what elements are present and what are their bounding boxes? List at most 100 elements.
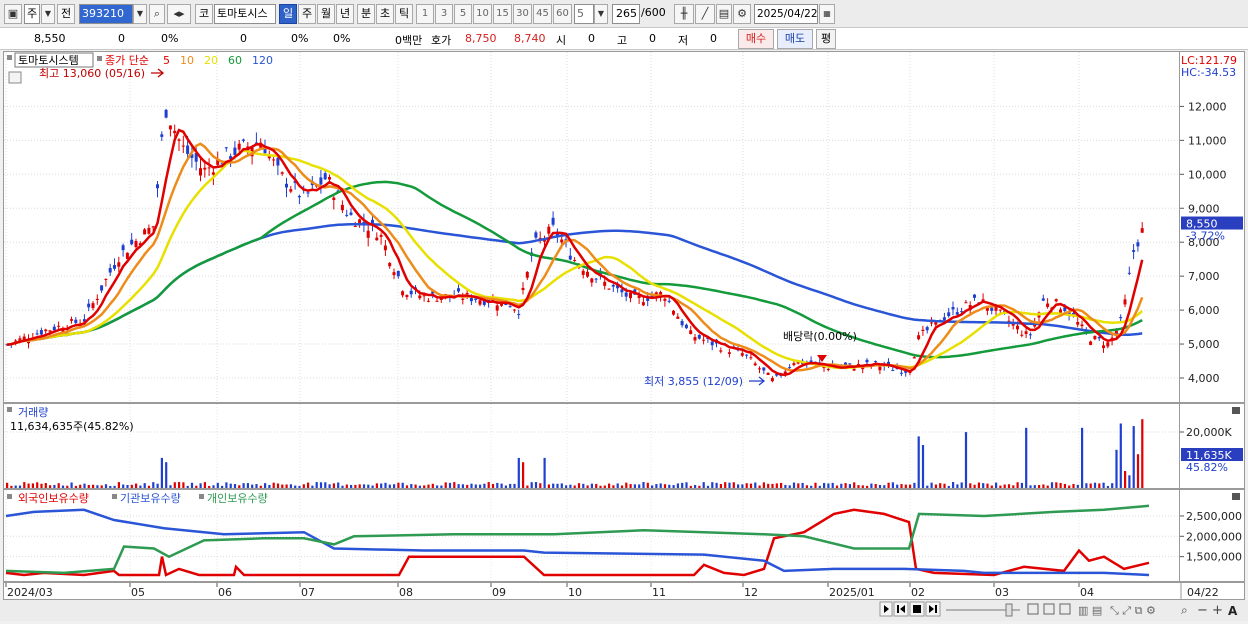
- candle-body: [396, 270, 400, 277]
- font-size-icon[interactable]: A: [1228, 604, 1238, 618]
- volume-bar: [431, 483, 434, 488]
- period-minute-button[interactable]: 분: [357, 4, 375, 24]
- period-month-button[interactable]: 월: [317, 4, 335, 24]
- zoom-slider[interactable]: [946, 603, 1020, 617]
- stock-name-field[interactable]: 토마토시스: [214, 4, 276, 24]
- count-total: /600: [641, 6, 666, 19]
- price-chart-pane[interactable]: 토마토시스템 종가 단순 5 10 20 60 120 최고 13,060 (05/16) 최저…: [3, 51, 1180, 403]
- settings-gear-icon[interactable]: ⚙: [733, 4, 751, 24]
- volume-bar: [547, 484, 550, 488]
- volume-bar: [844, 483, 847, 488]
- holdings-chart-svg[interactable]: 외국인보유수량 기관보유수량 개인보유수량: [4, 490, 1180, 582]
- volume-bar: [165, 462, 168, 488]
- stop-icon[interactable]: [909, 601, 925, 617]
- volume-bar: [539, 483, 542, 488]
- interval-45-button[interactable]: 45: [533, 4, 552, 24]
- search-icon[interactable]: ⌕: [149, 4, 165, 24]
- volume-bar: [728, 482, 731, 488]
- toggle-panels-icon[interactable]: [1027, 603, 1071, 615]
- fast-forward-icon[interactable]: [925, 601, 941, 617]
- save-icon[interactable]: ▤: [716, 4, 732, 24]
- prev-stock-button[interactable]: 전: [57, 4, 75, 24]
- volume-bar: [909, 484, 912, 488]
- interval-30-button[interactable]: 30: [513, 4, 532, 24]
- volume-bar: [186, 485, 189, 488]
- candle-body: [1089, 341, 1093, 345]
- calendar-icon[interactable]: ▦: [819, 4, 835, 24]
- sell-button[interactable]: 매도: [777, 29, 813, 49]
- holdings-chart-pane[interactable]: 외국인보유수량 기관보유수량 개인보유수량: [3, 489, 1180, 582]
- volume-bar: [272, 482, 275, 488]
- draw-tool-icon[interactable]: ╱: [695, 4, 715, 24]
- kor-button[interactable]: 코: [195, 4, 213, 24]
- interval-15-button[interactable]: 15: [493, 4, 512, 24]
- volume-bar: [694, 484, 697, 488]
- ask-price: 8,750: [465, 32, 497, 45]
- candle-body: [680, 320, 684, 326]
- candle-body: [113, 265, 116, 269]
- foreign-holdings-line: [5, 508, 1150, 577]
- interval-dropdown-icon[interactable]: ▼: [594, 4, 608, 24]
- period-week-button[interactable]: 주: [298, 4, 316, 24]
- zoom-out-icon[interactable]: −: [1197, 603, 1208, 618]
- market-type-dropdown-icon[interactable]: ▼: [41, 4, 55, 24]
- compare-icon[interactable]: ▥ ▤: [1078, 604, 1102, 617]
- interval-select[interactable]: 5: [574, 4, 594, 24]
- zoom-in-icon[interactable]: +: [1212, 603, 1223, 618]
- volume-bar: [900, 484, 903, 488]
- candle-body: [95, 298, 99, 301]
- candle-body: [1024, 331, 1028, 334]
- window-menu-icon[interactable]: ▣: [4, 4, 22, 24]
- period-second-button[interactable]: 초: [376, 4, 394, 24]
- period-tick-button[interactable]: 틱: [395, 4, 413, 24]
- candle-body: [379, 235, 383, 237]
- candle-body: [104, 278, 108, 280]
- candle-body: [409, 290, 413, 295]
- period-day-button[interactable]: 일: [279, 4, 297, 24]
- rewind-icon[interactable]: [893, 601, 909, 617]
- date-input[interactable]: 2025/04/22: [754, 4, 818, 24]
- candle-body: [1136, 242, 1140, 247]
- volume-bar: [500, 483, 503, 488]
- speaker-icon[interactable]: ◂▸: [167, 4, 191, 24]
- candle-body: [1016, 325, 1019, 330]
- candle-body: [371, 219, 374, 224]
- tools-icon[interactable]: ⤡ ⤢ ⧉ ⚙: [1110, 604, 1156, 617]
- volume-bar: [1038, 485, 1041, 488]
- open-label: 시: [556, 34, 567, 47]
- volume-bar: [221, 485, 224, 488]
- volume-chart-svg[interactable]: 거래량11,634,635주(45.82%): [4, 404, 1180, 489]
- volume-bar: [715, 482, 718, 488]
- candle-body: [418, 295, 422, 299]
- volume-chart-pane[interactable]: 거래량 11,634,635주(45.82%): [3, 403, 1180, 489]
- volume-tick-label: 20,000K: [1186, 426, 1232, 439]
- interval-5-button[interactable]: 5: [454, 4, 472, 24]
- count-input[interactable]: 265: [612, 4, 640, 24]
- interval-3-button[interactable]: 3: [435, 4, 453, 24]
- candle-body: [1046, 303, 1050, 307]
- volume-bar: [246, 483, 249, 488]
- eval-button[interactable]: 평: [816, 29, 836, 49]
- period-year-button[interactable]: 년: [336, 4, 354, 24]
- candle-type-icon[interactable]: ╫: [674, 4, 694, 24]
- volume-bar: [999, 485, 1002, 488]
- volume-bar: [995, 482, 998, 488]
- buy-button[interactable]: 매수: [738, 29, 774, 49]
- candle-body: [164, 109, 168, 118]
- volume-bar: [534, 482, 538, 488]
- ma-legend-60: 60: [228, 54, 242, 67]
- zoom-search-icon[interactable]: ⌕: [1181, 603, 1188, 617]
- interval-1-button[interactable]: 1: [416, 4, 434, 24]
- volume-bar: [23, 482, 26, 488]
- date-tick-label: 07: [301, 586, 315, 599]
- stock-code-input[interactable]: 393210: [79, 4, 133, 24]
- stock-code-dropdown-icon[interactable]: ▼: [133, 4, 147, 24]
- price-tick-label: 11,000: [1188, 134, 1227, 147]
- price-tick-label: 4,000: [1188, 372, 1220, 385]
- scroll-right-icon[interactable]: [879, 601, 893, 617]
- volume-bar: [156, 483, 159, 488]
- interval-60-button[interactable]: 60: [553, 4, 572, 24]
- market-type-field[interactable]: 주: [24, 4, 40, 24]
- interval-10-button[interactable]: 10: [473, 4, 492, 24]
- price-chart-svg[interactable]: 토마토시스템 종가 단순 5 10 20 60 120 최고 13,060 (05/16) 최저…: [4, 52, 1180, 403]
